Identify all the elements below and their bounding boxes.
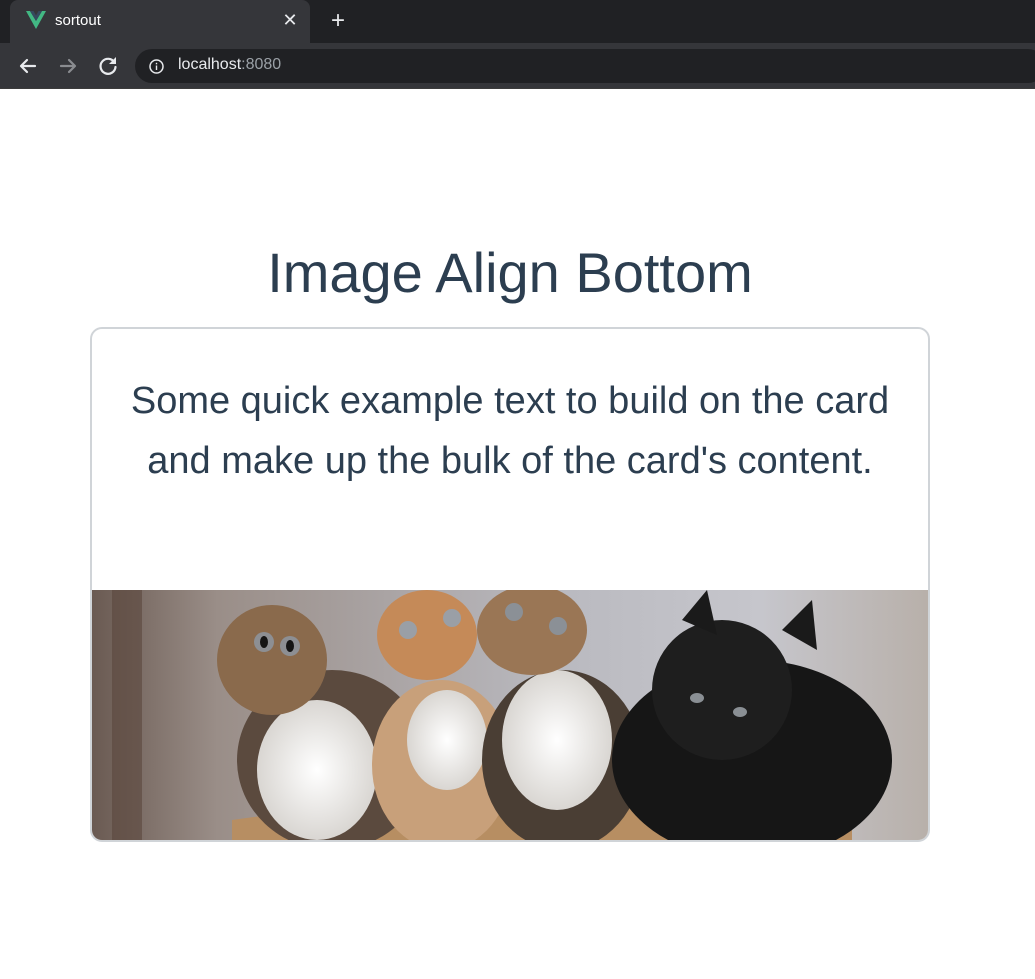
address-bar[interactable]: localhost:8080 xyxy=(135,49,1035,83)
url-port: :8080 xyxy=(241,56,282,73)
vue-logo-icon xyxy=(26,11,46,29)
tab-close-icon[interactable]: ✕ xyxy=(280,10,300,30)
info-icon[interactable] xyxy=(149,59,164,74)
card: Some quick example text to build on the … xyxy=(90,327,930,842)
new-tab-icon[interactable]: + xyxy=(326,9,350,33)
browser-tab-bar: sortout ✕ + xyxy=(0,0,1035,43)
browser-tab[interactable]: sortout ✕ xyxy=(10,0,310,43)
url-host: localhost xyxy=(178,56,242,73)
card-text: Some quick example text to build on the … xyxy=(130,380,890,482)
back-arrow-icon[interactable] xyxy=(15,53,41,79)
reload-icon[interactable] xyxy=(95,53,121,79)
forward-arrow-icon[interactable] xyxy=(55,53,81,79)
browser-toolbar: localhost:8080 xyxy=(0,43,1035,89)
tab-title: sortout xyxy=(55,12,101,29)
url-text[interactable]: localhost:8080 xyxy=(178,56,281,74)
page-title: Image Align Bottom xyxy=(267,241,753,304)
kittens-photo xyxy=(92,590,928,840)
